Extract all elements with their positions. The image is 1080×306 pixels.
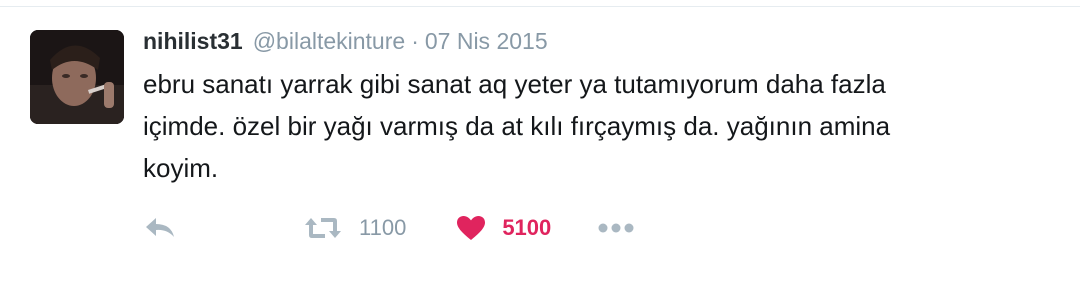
reply-icon xyxy=(143,216,177,240)
retweet-button[interactable]: 1100 xyxy=(303,215,406,241)
timestamp[interactable]: 07 Nis 2015 xyxy=(425,28,548,55)
reply-button[interactable] xyxy=(143,216,183,240)
action-bar: 1100 5100 xyxy=(143,210,635,246)
divider xyxy=(0,6,1080,7)
user-handle[interactable]: @bilaltekinture xyxy=(253,28,405,55)
retweet-count: 1100 xyxy=(359,215,407,240)
tweet-text: ebru sanatı yarrak gibi sanat aq yeter y… xyxy=(143,69,891,183)
tweet-header: nihilist31 @bilaltekinture · 07 Nis 2015 xyxy=(143,28,548,60)
like-count: 5100 xyxy=(502,215,552,240)
heart-icon xyxy=(456,215,486,241)
more-icon xyxy=(597,222,635,234)
tweet-card[interactable]: nihilist31 @bilaltekinture · 07 Nis 2015… xyxy=(0,0,1080,258)
separator: · xyxy=(411,28,419,54)
retweet-icon xyxy=(303,216,343,240)
more-button[interactable] xyxy=(597,222,635,234)
display-name[interactable]: nihilist31 xyxy=(143,28,243,55)
avatar[interactable] xyxy=(30,30,124,124)
like-button[interactable]: 5100 xyxy=(456,215,551,241)
